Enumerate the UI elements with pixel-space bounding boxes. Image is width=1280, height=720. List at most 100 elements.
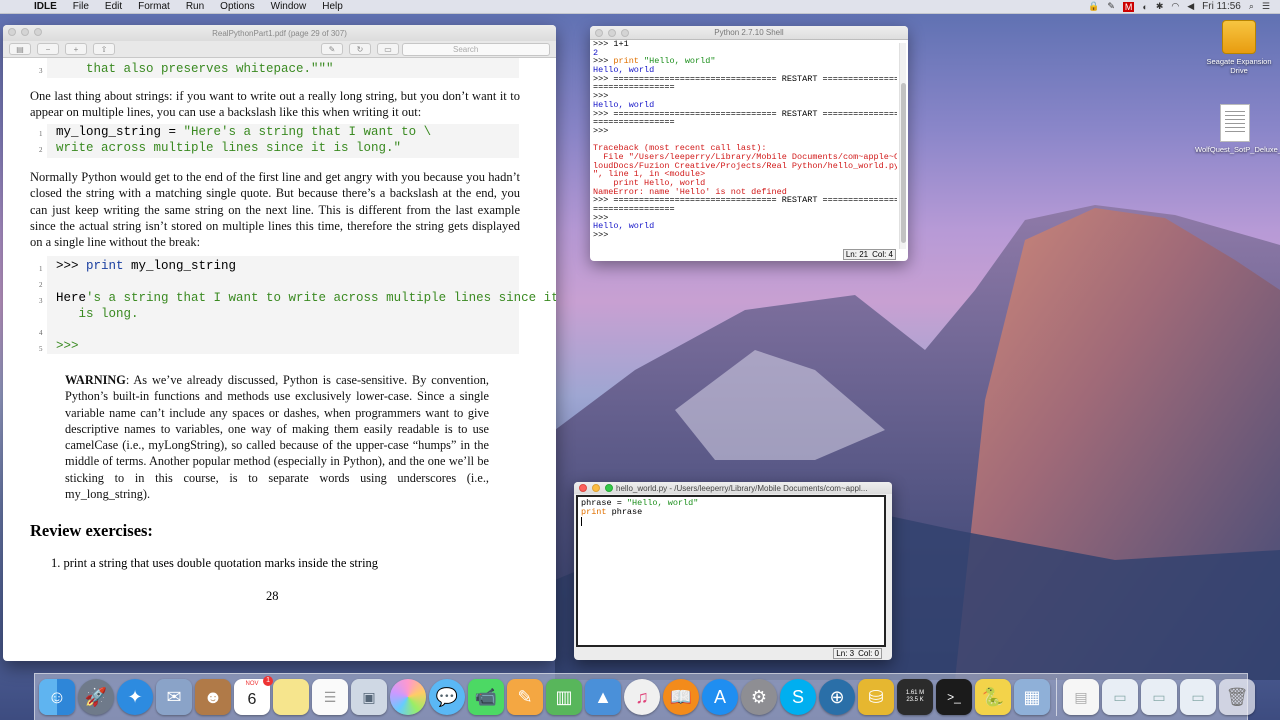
code-block: 1 >>> print my_long_string 2 3 Here's a … [39,256,556,354]
desktop-drive[interactable]: Seagate Expansion Drive [1199,20,1279,75]
warning-label: WARNING [65,373,126,387]
code-string: "Here's a string that I want to \ [183,125,432,139]
menu-edit[interactable]: Edit [97,1,130,12]
image-capture-icon[interactable]: ▦ [1014,679,1050,715]
sidebar-toggle-icon[interactable]: ▤ [9,43,31,55]
system-preferences-icon[interactable]: ⚙ [741,679,777,715]
contacts-icon[interactable]: ☻ [195,679,231,715]
dock: ☺ 🚀 ✦ ✉ ☻ NOV 6 1 ☰ ▣ 💬 📹 ✎ ▥ ▲ ♫ 📖 A ⚙ … [34,673,1255,720]
wifi-icon[interactable]: ◠ [1171,1,1179,12]
editor-status-bar: Ln: 3 Col: 0 [833,648,882,659]
terminal-icon[interactable]: >_ [936,679,972,715]
share-icon[interactable]: ⇧ [93,43,115,55]
facetime-icon[interactable]: 📹 [468,679,504,715]
warning-text: : As we’ve already discussed, Python is … [65,373,489,502]
lock-icon[interactable]: 🔒 [1088,1,1099,12]
editor-titlebar[interactable]: hello_world.py - /Users/leeperry/Library… [574,482,892,494]
menu-window[interactable]: Window [263,1,315,12]
pdf-title: RealPythonPart1.pdf (page 29 of 307) [212,28,347,38]
photos-icon[interactable] [390,679,426,715]
pdf-search-input[interactable]: Search [402,43,550,56]
line-number: 5 [39,345,43,353]
spotlight-icon[interactable]: ⌕ [1249,1,1254,12]
database-icon[interactable]: ⛁ [858,679,894,715]
code-line: >>> [56,339,79,353]
folder-icon[interactable]: ▭ [1102,679,1138,715]
zoom-icon[interactable] [34,28,42,36]
itunes-icon[interactable]: ♫ [624,679,660,715]
messages-icon[interactable]: 💬 [429,679,465,715]
scroll-thumb[interactable] [901,83,906,243]
app-store-icon[interactable]: A [702,679,738,715]
minimize-icon[interactable] [592,484,600,492]
menu-file[interactable]: File [65,1,97,12]
zoom-icon[interactable] [605,484,613,492]
network-monitor-icon[interactable]: 1.61 M 23.5 K [897,679,933,715]
zoom-in-icon[interactable]: + [65,43,87,55]
code-line: that also preserves whitepace.""" [56,62,334,76]
python-launcher-icon[interactable]: 🐍 [975,679,1011,715]
shell-titlebar[interactable]: Python 2.7.10 Shell [590,26,908,40]
code-line: is long. [56,307,139,321]
close-icon[interactable] [595,29,603,37]
ibooks-icon[interactable]: 📖 [663,679,699,715]
line-number: 1 [39,130,43,138]
file-label: WolfQuest_SotP_Deluxe_M...l_v25.pdf [1195,145,1280,154]
line-number: 3 [39,297,43,305]
calendar-icon[interactable]: NOV 6 1 [234,676,273,715]
shell-scrollbar[interactable] [899,43,906,249]
launchpad-icon[interactable]: 🚀 [78,679,114,715]
volume-icon[interactable]: ◀ [1187,1,1194,12]
shell-status-bar: Ln: 21 Col: 4 [842,249,896,260]
safari-icon[interactable]: ✦ [117,679,153,715]
mindnode-icon[interactable]: ⊕ [819,679,855,715]
zoom-out-icon[interactable]: − [37,43,59,55]
close-icon[interactable] [579,484,587,492]
menu-options[interactable]: Options [212,1,262,12]
mcafee-icon[interactable]: M [1122,1,1135,12]
folder3-icon[interactable]: ▭ [1180,679,1216,715]
menu-bar: IDLE File Edit Format Run Options Window… [0,0,1280,14]
preview-icon[interactable]: ▣ [351,679,387,715]
network-monitor-readout: 1.61 M 23.5 K [906,690,924,704]
toolbox-icon[interactable]: ▭ [377,43,399,55]
shell-line: >>> 1+1 [593,40,629,49]
desktop-file[interactable]: WolfQuest_SotP_Deluxe_M...l_v25.pdf [1195,104,1280,154]
minimize-icon[interactable] [608,29,616,37]
skype-icon[interactable]: S [780,679,816,715]
notification-center-icon[interactable]: ☰ [1262,1,1270,12]
minimize-icon[interactable] [21,28,29,36]
editor-text-area[interactable]: phrase = "Hello, world" print phrase [576,495,886,647]
reminders-icon[interactable]: ☰ [312,679,348,715]
page-number: 28 [266,589,279,603]
notes-icon[interactable] [273,679,309,715]
code-text: Here [56,291,87,305]
shell-output[interactable]: >>> 1+1 2 >>> print "Hello, world" Hello, w… [593,40,897,250]
status-menus: 🔒 ✎ M ◐ ✱ ◠ ◀ Fri 11:56 ⌕ ☰ [1088,1,1280,12]
menu-help[interactable]: Help [314,1,351,12]
close-icon[interactable] [8,28,16,36]
finder-icon[interactable]: ☺ [39,679,75,715]
code-string: 's a string that I want to write across … [86,291,556,305]
calendar-day: 6 [247,691,257,708]
warning-box: WARNING: As we’ve already discussed, Pyt… [65,372,489,502]
pen-icon[interactable]: ✎ [1107,1,1115,12]
menu-format[interactable]: Format [130,1,178,12]
mail-icon[interactable]: ✉ [156,679,192,715]
bluetooth-icon[interactable]: ✱ [1156,1,1164,12]
numbers-icon[interactable]: ▥ [546,679,582,715]
pages-icon[interactable]: ✎ [507,679,543,715]
document-icon[interactable]: ▤ [1063,679,1099,715]
window-controls [8,28,42,36]
menu-app-name[interactable]: IDLE [30,1,65,12]
keynote-icon[interactable]: ▲ [585,679,621,715]
menu-run[interactable]: Run [178,1,212,12]
pdf-titlebar[interactable]: RealPythonPart1.pdf (page 29 of 307) [3,25,556,41]
rotate-icon[interactable]: ↻ [349,43,371,55]
menu-clock[interactable]: Fri 11:56 [1202,1,1241,12]
zoom-icon[interactable] [621,29,629,37]
folder2-icon[interactable]: ▭ [1141,679,1177,715]
trash-icon[interactable]: 🗑 [1219,679,1255,715]
markup-icon[interactable]: ✎ [321,43,343,55]
status-app-icon[interactable]: ◐ [1142,2,1147,12]
